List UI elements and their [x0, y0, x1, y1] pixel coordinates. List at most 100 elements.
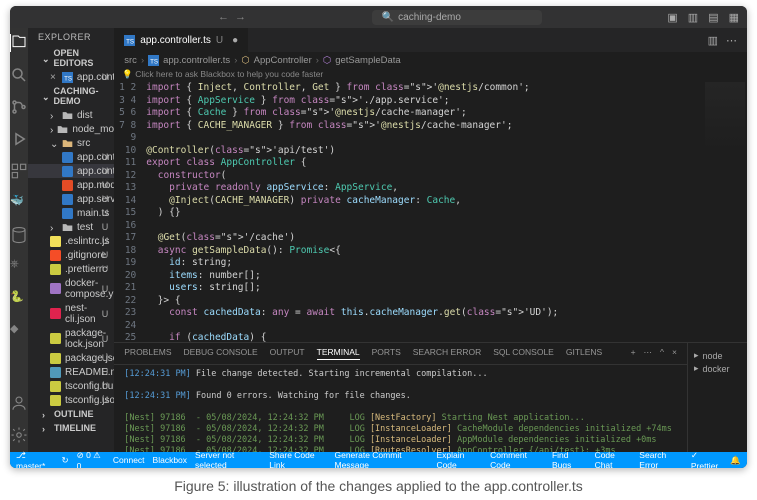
- split-icon[interactable]: ▥: [708, 34, 718, 47]
- panel-more-icon[interactable]: ⋯: [644, 347, 653, 360]
- scm-badge: U: [102, 236, 109, 246]
- folder-test[interactable]: › test U: [28, 220, 114, 234]
- status-3[interactable]: Connect: [113, 455, 145, 465]
- more-icon[interactable]: ⋯: [726, 34, 737, 47]
- file-docker-compose.yml[interactable]: docker-compose.yml U: [28, 276, 114, 301]
- blackbox-hint[interactable]: 💡 Click here to ask Blackbox to help you…: [114, 69, 747, 80]
- status-4[interactable]: Blackbox: [153, 455, 188, 465]
- open-editor-item[interactable]: × TS app.controller.ts src U: [28, 70, 114, 84]
- outline-section[interactable]: ›OUTLINE: [28, 407, 114, 421]
- layout-toggle-left-icon[interactable]: ▣: [667, 11, 677, 24]
- explorer-icon[interactable]: [10, 34, 27, 52]
- folder-src[interactable]: ⌄ src: [28, 136, 114, 150]
- figure-caption: Figure 5: illustration of the changes ap…: [0, 478, 757, 494]
- status-7[interactable]: Generate Commit Message: [334, 450, 428, 468]
- open-editors-section[interactable]: ⌄OPEN EDITORS: [28, 46, 114, 70]
- file-.prettierrc[interactable]: .prettierrc U: [28, 262, 114, 276]
- scm-badge: U: [102, 381, 109, 391]
- file-package.json[interactable]: package.json U: [28, 351, 114, 365]
- notification-icon[interactable]: 🔔: [730, 450, 741, 469]
- account-icon[interactable]: [10, 394, 28, 412]
- titlebar: ← → 🔍 caching-demo ▣ ▥ ▤ ▦: [10, 6, 747, 28]
- remote-icon[interactable]: ⎈: [10, 258, 28, 276]
- file-.eslintrc.js[interactable]: .eslintrc.js U: [28, 234, 114, 248]
- project-section[interactable]: ⌄CACHING-DEMO: [28, 84, 114, 108]
- db-icon[interactable]: [10, 226, 28, 244]
- status-Prettier[interactable]: ✓ Prettier: [691, 450, 723, 469]
- file-package-lock.json[interactable]: package-lock.json U: [28, 326, 114, 351]
- sidebar: EXPLORER ⌄OPEN EDITORS × TS app.controll…: [28, 28, 114, 452]
- panel-tab-ports[interactable]: PORTS: [372, 347, 401, 360]
- folder-node_modules[interactable]: › node_modules: [28, 122, 114, 136]
- file-main.ts[interactable]: main.ts U: [28, 206, 114, 220]
- docker-icon[interactable]: 🐳: [10, 194, 28, 212]
- terminal-output[interactable]: [12:24:31 PM] File change detected. Star…: [114, 365, 687, 452]
- file-icon: [62, 180, 73, 191]
- layout-right-icon[interactable]: ▤: [708, 11, 718, 24]
- code-area[interactable]: import { Inject, Controller, Get } from …: [142, 80, 747, 342]
- file-app.module.ts[interactable]: app.module.ts U: [28, 178, 114, 192]
- status-10[interactable]: Find Bugs: [552, 450, 587, 468]
- python-icon[interactable]: 🐍: [10, 290, 28, 308]
- status-1[interactable]: ↻: [61, 455, 68, 466]
- panel-tab-problems[interactable]: PROBLEMS: [124, 347, 171, 360]
- file-nest-cli.json[interactable]: nest-cli.json U: [28, 301, 114, 326]
- blackbox-icon[interactable]: ◆: [10, 322, 28, 340]
- search-icon: 🔍: [382, 12, 394, 23]
- file-tsconfig.build.json[interactable]: tsconfig.build.json U: [28, 379, 114, 393]
- file-README.md[interactable]: README.md U: [28, 365, 114, 379]
- editor: TS app.controller.ts U ● ▥ ⋯ src› TS app…: [114, 28, 747, 452]
- panel-tab-gitlens[interactable]: GITLENS: [566, 347, 602, 360]
- folder-icon: [62, 222, 73, 233]
- file-icon: [62, 166, 73, 177]
- debug-icon[interactable]: [10, 130, 28, 148]
- svg-text:TS: TS: [150, 58, 158, 65]
- file-app.service.ts[interactable]: app.service.ts U: [28, 192, 114, 206]
- file-app.controller.ts[interactable]: app.controller.ts U: [28, 164, 114, 178]
- extensions-icon[interactable]: [10, 162, 28, 180]
- breadcrumb[interactable]: src› TS app.controller.ts› ⬡AppControlle…: [114, 52, 747, 69]
- folder-dist[interactable]: › dist: [28, 108, 114, 122]
- search-icon[interactable]: [10, 66, 28, 84]
- layout-custom-icon[interactable]: ▦: [729, 11, 739, 24]
- nav-fwd[interactable]: →: [235, 11, 246, 23]
- status-6[interactable]: Share Code Link: [269, 450, 326, 468]
- nav-back[interactable]: ←: [218, 11, 229, 23]
- panel-tab-search-error[interactable]: SEARCH ERROR: [413, 347, 481, 360]
- file-.gitignore[interactable]: .gitignore U: [28, 248, 114, 262]
- panel-tab-debug-console[interactable]: DEBUG CONSOLE: [184, 347, 258, 360]
- status-5[interactable]: Server not selected: [195, 450, 261, 468]
- status-12[interactable]: Search Error: [639, 450, 683, 468]
- scm-badge: U: [102, 309, 109, 319]
- new-terminal-icon[interactable]: +: [631, 347, 636, 360]
- scm-badge: U: [102, 166, 109, 176]
- status-0[interactable]: ⎇ master*: [16, 450, 53, 469]
- panel-close-icon[interactable]: ×: [672, 347, 677, 360]
- panel-tab-output[interactable]: OUTPUT: [270, 347, 305, 360]
- status-9[interactable]: Comment Code: [490, 450, 544, 468]
- panel-tab-terminal[interactable]: TERMINAL: [317, 347, 360, 360]
- settings-gear-icon[interactable]: [10, 426, 28, 444]
- status-8[interactable]: Explain Code: [436, 450, 482, 468]
- command-center[interactable]: 🔍 caching-demo: [372, 10, 542, 25]
- svg-text:TS: TS: [126, 38, 134, 45]
- status-11[interactable]: Code Chat: [595, 450, 632, 468]
- ts-icon: TS: [148, 55, 159, 66]
- file-app.controller.spec.ts[interactable]: app.controller.spec.ts U: [28, 150, 114, 164]
- scm-icon[interactable]: [10, 98, 28, 116]
- terminal-docker[interactable]: ▸ docker: [694, 362, 741, 375]
- file-icon: [50, 308, 61, 319]
- file-icon: [50, 333, 61, 344]
- timeline-section[interactable]: ›TIMELINE: [28, 421, 114, 435]
- file-icon: [62, 152, 73, 163]
- panel-max-icon[interactable]: ^: [660, 347, 664, 360]
- close-icon[interactable]: ×: [50, 72, 56, 83]
- status-2[interactable]: ⊘ 0 ⚠ 0: [77, 450, 105, 469]
- file-tsconfig.json[interactable]: tsconfig.json U: [28, 393, 114, 407]
- tab-app-controller[interactable]: TS app.controller.ts U ●: [114, 28, 249, 52]
- modified-dot-icon: ●: [232, 35, 238, 46]
- terminal-node[interactable]: ▸ node: [694, 349, 741, 362]
- minimap[interactable]: [703, 80, 747, 342]
- layout-panel-icon[interactable]: ▥: [688, 11, 698, 24]
- panel-tab-sql-console[interactable]: SQL CONSOLE: [493, 347, 554, 360]
